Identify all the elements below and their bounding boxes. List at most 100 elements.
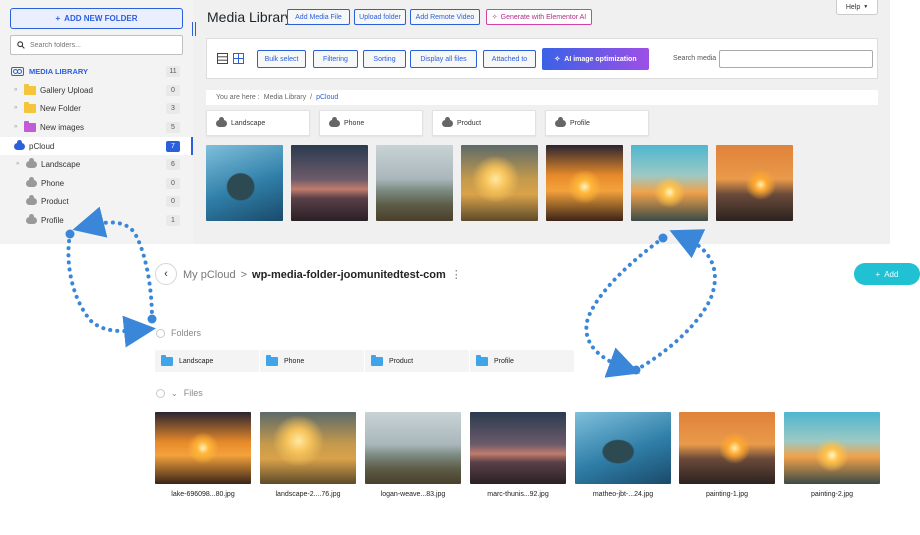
breadcrumb-separator: /	[310, 94, 313, 101]
pcloud-file-thumbnail[interactable]	[260, 412, 356, 484]
select-all-files-radio[interactable]	[156, 388, 165, 398]
add-media-file-button[interactable]: Add Media File	[287, 9, 350, 25]
sidebar-item-profile[interactable]: Profile 1	[0, 211, 193, 229]
media-folder-product[interactable]: Product	[432, 110, 536, 136]
folder-icon	[24, 120, 36, 132]
pcloud-breadcrumb-root[interactable]: My pCloud	[183, 269, 236, 281]
files-section-heading: ⌄ Files	[156, 388, 203, 398]
sidebar-item-media-library[interactable]: MEDIA LIBRARY 11	[0, 62, 193, 80]
media-folder-phone[interactable]: Phone	[319, 110, 423, 136]
sidebar-resize-handle[interactable]	[192, 22, 196, 36]
filtering-button[interactable]: Filtering	[313, 50, 358, 68]
folder-count: 3	[166, 102, 180, 114]
media-thumbnail-sea-sunset[interactable]	[716, 145, 793, 221]
pcloud-file-thumbnail[interactable]	[575, 412, 671, 484]
pcloud-file-thumbnail[interactable]	[155, 412, 251, 484]
media-thumbnail-island[interactable]	[206, 145, 283, 221]
media-thumbnail-foggy-sunrise[interactable]	[461, 145, 538, 221]
sorting-button[interactable]: Sorting	[363, 50, 406, 68]
search-folders-box	[10, 35, 183, 55]
media-thumbnail-beach-sunset[interactable]	[631, 145, 708, 221]
list-view-icon[interactable]	[217, 53, 228, 64]
sync-arrow-right-return-start	[631, 365, 641, 375]
expand-caret-icon[interactable]: »	[16, 161, 22, 167]
sidebar-item-pcloud[interactable]: pCloud 7	[0, 137, 193, 155]
pcloud-folder-product[interactable]: Product	[365, 350, 469, 372]
pcloud-file-name: lake-696098...80.jpg	[171, 491, 235, 498]
search-folders-input[interactable]	[30, 41, 170, 49]
wordpress-media-panel: + ADD NEW FOLDER MEDIA LIBRARY 11 » Gall…	[0, 0, 890, 244]
pcloud-folder-label: Profile	[494, 357, 514, 365]
add-remote-video-button[interactable]: Add Remote Video	[410, 9, 480, 25]
pcloud-file-thumbnail[interactable]	[679, 412, 775, 484]
page-title: Media Library	[207, 9, 292, 25]
pcloud-file-thumbnail[interactable]	[784, 412, 880, 484]
expand-caret-icon[interactable]: »	[14, 124, 20, 130]
pcloud-add-label: Add	[884, 269, 899, 279]
help-label: Help	[845, 3, 861, 11]
plus-icon: +	[875, 269, 881, 279]
pcloud-file-thumbnail[interactable]	[365, 412, 461, 484]
sidebar-item-new-images[interactable]: » New images 5	[0, 118, 193, 136]
media-thumbnail-hills-mist[interactable]	[376, 145, 453, 221]
cloud-icon	[442, 116, 453, 127]
pcloud-folder-phone[interactable]: Phone	[260, 350, 364, 372]
sidebar-item-phone[interactable]: Phone 0	[0, 174, 193, 192]
folder-label: New Folder	[40, 103, 81, 113]
pcloud-file-thumbnail[interactable]	[470, 412, 566, 484]
display-all-files-button[interactable]: Display all files	[410, 50, 477, 68]
generate-elementor-ai-button[interactable]: ✧ Generate with Elementor AI	[486, 9, 592, 25]
media-thumbnail-mountain-dusk[interactable]	[291, 145, 368, 221]
help-button[interactable]: Help ▼	[836, 0, 878, 15]
ai-image-optimization-button[interactable]: ✧ AI image optimization	[542, 48, 649, 70]
more-options-icon[interactable]: ⋮	[451, 268, 462, 281]
generate-elementor-ai-label: Generate with Elementor AI	[500, 13, 587, 21]
sidebar-item-gallery-upload[interactable]: » Gallery Upload 0	[0, 81, 193, 99]
add-new-folder-button[interactable]: + ADD NEW FOLDER	[10, 8, 183, 29]
pcloud-folder-label: Landscape	[179, 357, 214, 365]
search-media-input[interactable]	[719, 50, 873, 68]
chevron-left-icon: ‹	[164, 268, 168, 280]
breadcrumb-current[interactable]: pCloud	[316, 94, 338, 101]
sync-arrow-right	[584, 236, 665, 378]
cloud-icon	[26, 213, 37, 224]
media-library-label: MEDIA LIBRARY	[29, 66, 89, 76]
sidebar-item-product[interactable]: Product 0	[0, 192, 193, 210]
search-media-label: Search media	[673, 55, 717, 62]
breadcrumb-root[interactable]: Media Library	[264, 94, 306, 101]
expand-caret-icon[interactable]: »	[14, 87, 20, 93]
pcloud-add-button[interactable]: + Add	[854, 263, 920, 285]
cloud-icon	[26, 157, 37, 168]
expand-caret-icon[interactable]: »	[14, 105, 20, 111]
folder-label: Landscape	[41, 159, 81, 169]
chevron-down-icon[interactable]: ⌄	[171, 389, 178, 398]
media-folder-label: Product	[457, 119, 482, 127]
sidebar-item-new-folder[interactable]: » New Folder 3	[0, 99, 193, 117]
add-new-folder-label: ADD NEW FOLDER	[64, 14, 138, 23]
folder-icon	[24, 83, 36, 95]
folder-icon	[476, 354, 488, 366]
pcloud-folder-landscape[interactable]: Landscape	[155, 350, 259, 372]
pcloud-file-name: painting-2.jpg	[810, 491, 854, 498]
pcloud-file-name: logan-weave...83.jpg	[380, 491, 446, 498]
attached-to-button[interactable]: Attached to	[483, 50, 536, 68]
pcloud-file-name: painting-1.jpg	[705, 491, 749, 498]
media-folder-profile[interactable]: Profile	[545, 110, 649, 136]
select-all-folders-radio[interactable]	[156, 328, 165, 338]
folder-label: Phone	[41, 178, 65, 188]
back-button[interactable]: ‹	[155, 263, 177, 285]
grid-view-icon[interactable]	[233, 53, 244, 64]
media-folder-landscape[interactable]: Landscape	[206, 110, 310, 136]
upload-folder-button[interactable]: Upload folder	[354, 9, 406, 25]
bulk-select-button[interactable]: Bulk select	[257, 50, 306, 68]
pcloud-folder-label: Product	[389, 357, 414, 365]
folder-count: 0	[166, 177, 180, 189]
cloud-icon	[26, 176, 37, 187]
media-thumbnail-lake-reeds[interactable]	[546, 145, 623, 221]
sync-arrow-right-return	[634, 229, 717, 372]
pcloud-folder-profile[interactable]: Profile	[470, 350, 574, 372]
sidebar-item-landscape[interactable]: » Landscape 6	[0, 155, 193, 173]
chevron-down-icon: ▼	[863, 4, 869, 10]
folders-section-heading: Folders	[156, 328, 201, 338]
breadcrumb: You are here : Media Library / pCloud	[206, 90, 878, 105]
